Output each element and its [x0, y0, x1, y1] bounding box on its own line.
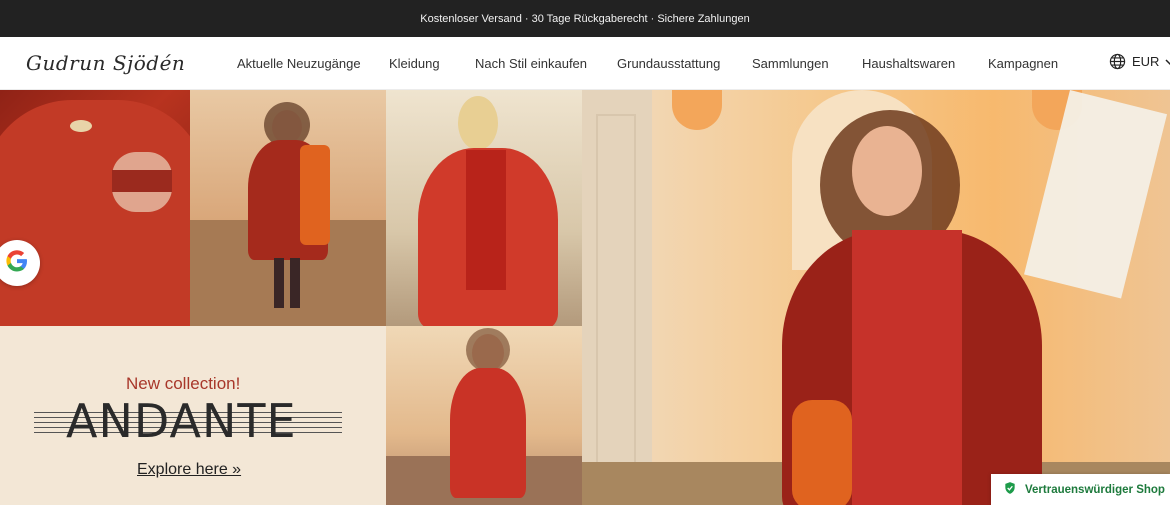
- nav-item-home[interactable]: Haushaltswaren: [862, 56, 955, 71]
- nav-item-basics[interactable]: Grundausstattung: [617, 56, 720, 71]
- hero-image-coat-closeup: [0, 90, 190, 326]
- explore-link[interactable]: Explore here »: [137, 461, 241, 479]
- currency-label: EUR: [1132, 54, 1160, 69]
- shield-check-icon: [1003, 481, 1017, 498]
- nav-item-new-arrivals[interactable]: Aktuelle Neuzugänge: [237, 56, 361, 71]
- nav-item-shop-by-style[interactable]: Nach Stil einkaufen: [475, 56, 587, 71]
- hero-banner[interactable]: New collection! ANDANTE Explore here »: [0, 90, 1170, 505]
- new-collection-label: New collection!: [126, 374, 241, 393]
- announcement-bar: Kostenloser Versand · 30 Tage Rückgabere…: [0, 0, 1170, 37]
- site-header: Gudrun Sjödén Aktuelle Neuzugänge Kleidu…: [0, 37, 1170, 90]
- globe-icon: [1109, 53, 1126, 70]
- google-icon: [5, 249, 29, 278]
- currency-selector[interactable]: EUR: [1109, 53, 1170, 70]
- hero-image-blonde-model: [386, 90, 582, 326]
- brand-logo[interactable]: Gudrun Sjödén: [26, 51, 185, 75]
- collection-title: ANDANTE: [66, 394, 297, 448]
- hero-image-walking-model: [190, 90, 386, 326]
- nav-item-campaigns[interactable]: Kampagnen: [988, 56, 1058, 71]
- announcement-text: Kostenloser Versand · 30 Tage Rückgabere…: [420, 12, 750, 25]
- nav-item-clothing[interactable]: Kleidung: [389, 56, 440, 71]
- nav-item-collections[interactable]: Sammlungen: [752, 56, 829, 71]
- trusted-shop-badge[interactable]: Vertrauenswürdiger Shop: [991, 474, 1170, 505]
- chevron-down-icon: [1165, 57, 1170, 67]
- trusted-shop-label: Vertrauenswürdiger Shop: [1025, 483, 1165, 496]
- hero-image-red-dress-model: [386, 326, 582, 505]
- hero-image-main-model: [582, 90, 1170, 505]
- collection-promo-panel[interactable]: New collection! ANDANTE Explore here »: [0, 326, 386, 505]
